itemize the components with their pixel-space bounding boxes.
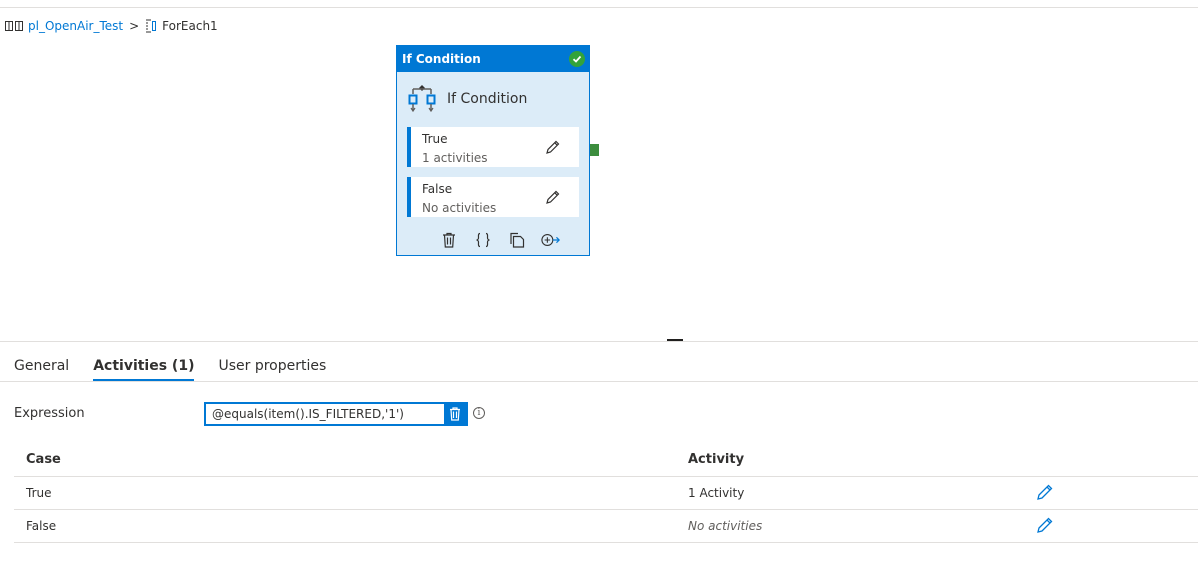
- case-cell: True: [26, 486, 52, 500]
- top-divider: [0, 7, 1198, 8]
- card-header: If Condition: [397, 46, 589, 72]
- info-icon[interactable]: i: [473, 407, 485, 419]
- delete-icon[interactable]: [439, 231, 459, 249]
- copy-icon[interactable]: [507, 231, 527, 249]
- expression-label: Expression: [14, 406, 85, 421]
- breadcrumb-separator: >: [129, 19, 140, 33]
- pipeline-icon: [5, 20, 23, 32]
- header-case: Case: [26, 452, 61, 467]
- panel-splitter: [0, 341, 1198, 342]
- edit-pencil-icon[interactable]: [545, 139, 561, 155]
- success-output-connector[interactable]: [590, 144, 599, 156]
- if-condition-activity-card[interactable]: If Condition If Condition True 1 activit…: [396, 45, 590, 256]
- tabs-divider: [0, 381, 1198, 382]
- table-header: Case Activity: [14, 443, 1198, 477]
- card-title: If Condition: [447, 91, 528, 107]
- edit-pencil-icon[interactable]: [545, 189, 561, 205]
- header-activity: Activity: [688, 452, 745, 467]
- breadcrumb-pipeline-link[interactable]: pl_OpenAir_Test: [28, 19, 123, 33]
- card-actions: [397, 231, 591, 249]
- foreach-icon: [145, 19, 157, 33]
- branch-true[interactable]: True 1 activities: [407, 127, 579, 167]
- edit-pencil-icon[interactable]: [1036, 483, 1054, 501]
- tab-activities[interactable]: Activities (1): [93, 352, 195, 381]
- clear-expression-button[interactable]: [444, 404, 466, 424]
- code-icon[interactable]: [473, 231, 493, 249]
- expression-field: [204, 402, 468, 426]
- if-condition-icon: [407, 83, 437, 116]
- cases-table: Case Activity True 1 Activity False No a…: [14, 443, 1198, 543]
- expression-input[interactable]: [206, 404, 444, 424]
- properties-tabs: General Activities (1) User properties: [14, 352, 350, 382]
- activity-cell: 1 Activity: [688, 486, 745, 500]
- case-cell: False: [26, 519, 57, 533]
- tab-general[interactable]: General: [14, 352, 69, 380]
- table-row: True 1 Activity: [14, 477, 1198, 510]
- branch-false[interactable]: False No activities: [407, 177, 579, 217]
- breadcrumb: pl_OpenAir_Test > ForEach1: [5, 17, 218, 35]
- add-output-icon[interactable]: [541, 231, 561, 249]
- breadcrumb-current: ForEach1: [162, 19, 218, 33]
- activity-cell: No activities: [688, 519, 763, 533]
- success-check-icon: [569, 51, 585, 67]
- card-header-title: If Condition: [402, 52, 481, 66]
- card-title-row: If Condition: [397, 72, 589, 126]
- tab-user-properties[interactable]: User properties: [218, 352, 326, 380]
- splitter-handle[interactable]: [667, 339, 683, 341]
- table-row: False No activities: [14, 510, 1198, 543]
- edit-pencil-icon[interactable]: [1036, 516, 1054, 534]
